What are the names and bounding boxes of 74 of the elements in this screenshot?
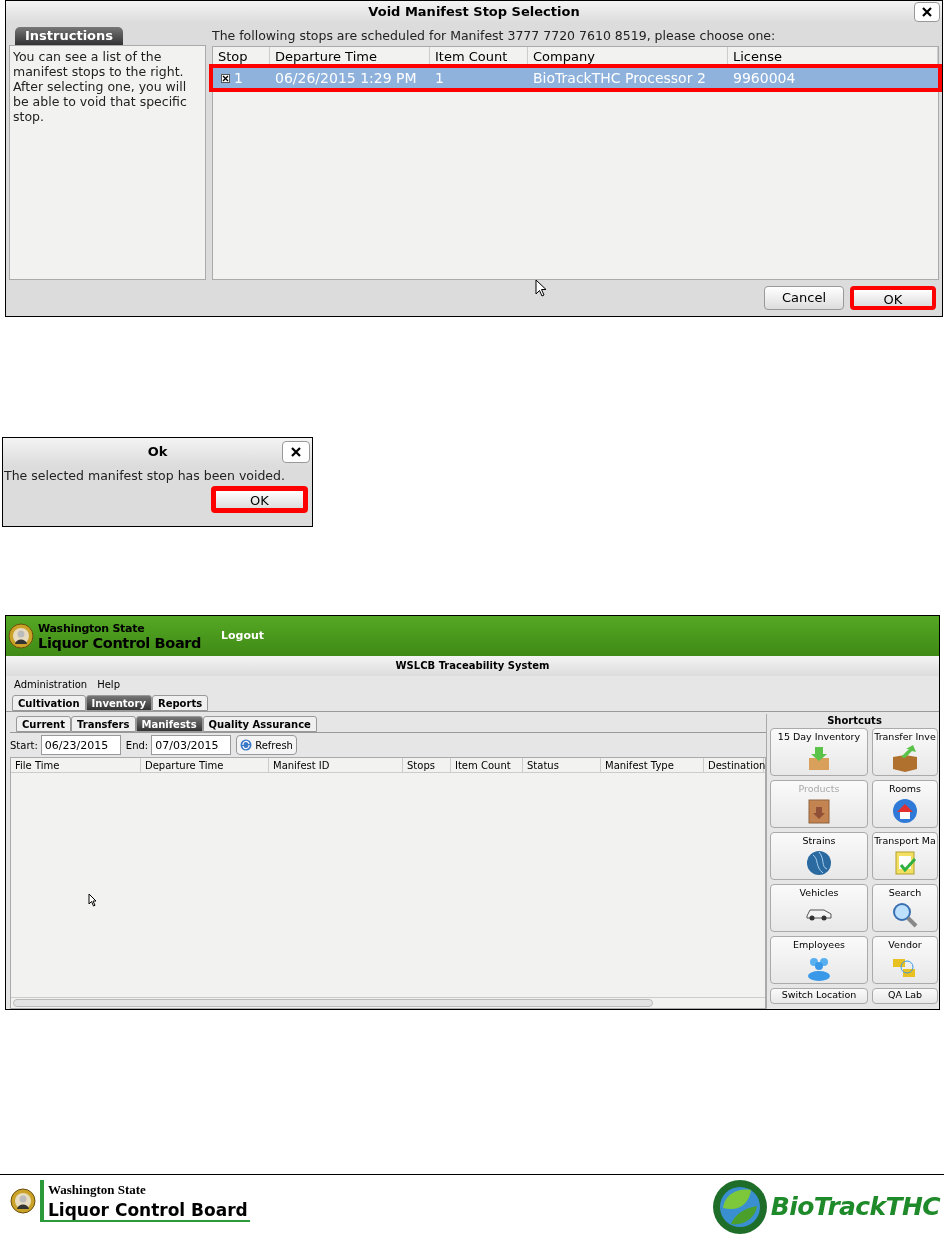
menu-item[interactable]: Help — [97, 677, 120, 692]
column-header[interactable]: Departure Time — [141, 758, 269, 772]
field-label: Start: — [10, 738, 38, 753]
column-header[interactable]: Manifest Type — [601, 758, 704, 772]
table-cell-text: 1 — [234, 69, 243, 88]
check-icon — [222, 74, 229, 82]
window-title: WSLCB Traceability System — [6, 656, 939, 676]
shortcut-button[interactable]: Transport Ma — [872, 832, 938, 880]
tab[interactable]: Transfers — [71, 716, 136, 732]
refresh-button[interactable]: Refresh — [236, 735, 297, 755]
ok-button[interactable]: OK — [850, 286, 936, 310]
column-header[interactable]: Item Count — [451, 758, 523, 772]
logout-link[interactable]: Logout — [221, 627, 265, 645]
shortcut-button[interactable]: Vendor — [872, 936, 938, 984]
box-icon — [891, 745, 919, 773]
shortcut-button[interactable]: Search — [872, 884, 938, 932]
column-header[interactable]: Manifest ID — [269, 758, 403, 772]
house-icon — [891, 797, 919, 825]
seal-icon — [8, 623, 34, 649]
tab[interactable]: Current — [16, 716, 71, 732]
logo-text: Washington State — [38, 622, 146, 636]
window-title: Void Manifest Stop Selection — [368, 3, 580, 22]
shortcut-button[interactable]: Switch Location — [770, 988, 868, 1004]
mouse-cursor-icon — [88, 893, 97, 907]
field-label: End: — [125, 738, 149, 753]
leaf-globe-icon — [710, 1178, 769, 1236]
date-field[interactable]: 06/23/2015 — [40, 735, 121, 755]
table-cell-text: BioTrackTHC Processor 2 — [533, 69, 706, 88]
shortcut-button[interactable]: Rooms — [872, 780, 938, 828]
shortcut-button[interactable]: Vehicles — [770, 884, 868, 932]
horizontal-scrollbar[interactable] — [11, 997, 765, 1008]
shortcut-button[interactable]: Employees — [770, 936, 868, 984]
tab[interactable]: Reports — [151, 695, 209, 711]
tab[interactable]: Manifests — [135, 716, 203, 732]
logo-text: Liquor Control Board — [48, 1200, 248, 1220]
prompt-text: The following stops are scheduled for Manifest 3777 7720 7610 8519, please choose one: — [212, 27, 777, 45]
shortcut-button[interactable]: 15 Day Inventory — [770, 728, 868, 776]
car-icon — [806, 909, 832, 921]
date-field[interactable]: 07/03/2015 — [151, 735, 232, 755]
shortcut-button[interactable]: Transfer Inve — [872, 728, 938, 776]
column-header[interactable]: Status — [523, 758, 601, 772]
ok-button[interactable]: OK — [211, 486, 308, 513]
shortcut-button[interactable]: QA Lab — [872, 988, 938, 1004]
instructions-tab[interactable]: Instructions — [15, 27, 123, 45]
panel-title: Shortcuts — [826, 714, 883, 728]
cancel-button[interactable]: Cancel — [764, 286, 844, 310]
message-text: The selected manifest stop has been voided. — [3, 467, 286, 485]
table-cell-text: 9960004 — [733, 69, 796, 88]
close-button[interactable] — [914, 2, 940, 22]
refresh-icon — [240, 739, 253, 751]
column-header[interactable]: Destination — [704, 758, 764, 772]
table-cell-text: 06/26/2015 1:29 PM — [275, 69, 417, 88]
menu-item[interactable]: Administration — [14, 677, 88, 692]
row-checkbox[interactable] — [221, 73, 230, 83]
logo-text: BioTrackTHC — [770, 1191, 940, 1224]
globe-icon — [805, 849, 833, 877]
close-icon — [291, 447, 301, 457]
mouse-cursor-icon — [535, 279, 547, 297]
crate-icon — [805, 797, 833, 825]
logo-text: Washington State — [48, 1181, 147, 1199]
close-icon — [922, 7, 932, 17]
shortcut-button[interactable]: Strains — [770, 832, 868, 880]
close-button[interactable] — [282, 441, 310, 463]
seal-icon — [10, 1188, 36, 1214]
window-title: Ok — [147, 443, 168, 462]
column-header[interactable]: File Time — [11, 758, 141, 772]
tab[interactable]: Quality Assurance — [202, 716, 317, 732]
tab[interactable]: Inventory — [85, 695, 152, 711]
logo-text: Liquor Control Board — [38, 636, 203, 650]
search-icon — [891, 901, 919, 929]
table-cell-text: 1 — [435, 69, 444, 88]
column-header[interactable]: Stops — [403, 758, 451, 772]
instructions-text: You can see a list of the manifest stops to the right. After selecting one, you will be able to void that specific stop. — [13, 49, 188, 124]
tab[interactable]: Cultivation — [12, 695, 86, 711]
